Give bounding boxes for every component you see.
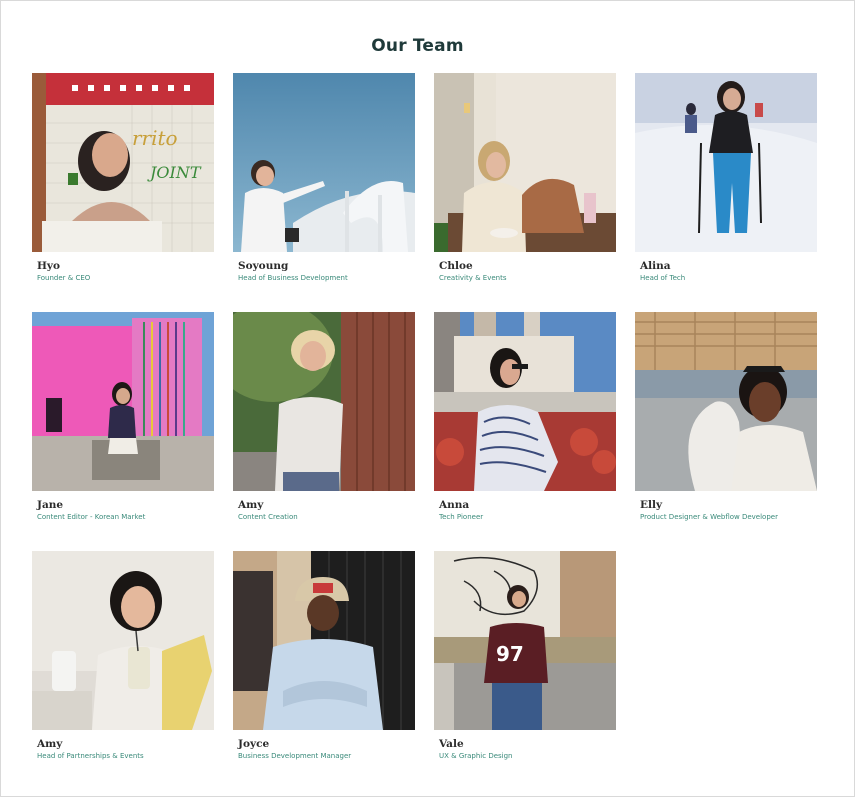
member-role: Tech Pioneer: [439, 513, 484, 521]
member-photo-joyce: [233, 551, 415, 730]
svg-text:97: 97: [496, 642, 524, 666]
member-photo-vale: 97: [434, 551, 616, 730]
member-role: UX & Graphic Design: [439, 752, 513, 760]
member-role: Head of Tech: [640, 274, 686, 282]
member-name: Anna: [439, 499, 470, 511]
member-photo-jane: [32, 312, 214, 491]
member-role: Content Editor - Korean Market: [37, 513, 146, 521]
member-name: Jane: [37, 499, 64, 511]
member-name: Vale: [439, 738, 464, 750]
team-member-card: Jane Content Editor - Korean Market: [32, 312, 214, 551]
member-photo-alina: [635, 73, 817, 252]
member-name: Alina: [640, 260, 671, 272]
member-role: Head of Partnerships & Events: [37, 752, 144, 760]
svg-text:rrito: rrito: [132, 126, 178, 150]
member-name: Soyoung: [238, 260, 289, 272]
team-member-card: Joyce Business Development Manager: [233, 551, 415, 790]
member-name: Amy: [37, 738, 63, 750]
member-role: Head of Business Development: [238, 274, 348, 282]
team-member-card: rrito JOINT Hyo Founder & CEO: [32, 73, 214, 312]
team-member-card: Elly Product Designer & Webflow Develope…: [635, 312, 817, 551]
team-member-card: Soyoung Head of Business Development: [233, 73, 415, 312]
member-name: Amy: [238, 499, 264, 511]
team-grid: rrito JOINT Hyo Founder & CEO Soyoung He…: [32, 73, 817, 790]
team-member-card: Amy Head of Partnerships & Events: [32, 551, 214, 790]
team-member-card: Chloe Creativity & Events: [434, 73, 616, 312]
member-photo-amy: [233, 312, 415, 491]
page-title: Our Team: [371, 36, 464, 56]
member-photo-chloe: [434, 73, 616, 252]
team-member-card: 97 Vale UX & Graphic Design: [434, 551, 616, 790]
member-name: Chloe: [439, 260, 473, 272]
member-name: Joyce: [238, 738, 270, 750]
member-photo-amy-2: [32, 551, 214, 730]
member-role: Business Development Manager: [238, 752, 352, 760]
member-role: Content Creation: [238, 513, 298, 521]
member-name: Hyo: [37, 260, 61, 272]
member-role: Founder & CEO: [37, 274, 91, 282]
member-photo-soyoung: [233, 73, 415, 252]
svg-text:JOINT: JOINT: [147, 163, 202, 182]
team-member-card: Anna Tech Pioneer: [434, 312, 616, 551]
team-member-card: Amy Content Creation: [233, 312, 415, 551]
page-frame: Our Team rrito JOINT Hyo Founder & CEO S…: [0, 0, 855, 797]
member-role: Creativity & Events: [439, 274, 507, 282]
member-name: Elly: [640, 499, 663, 511]
member-role: Product Designer & Webflow Developer: [640, 513, 778, 521]
member-photo-hyo: rrito JOINT: [32, 73, 214, 252]
team-member-card: Alina Head of Tech: [635, 73, 817, 312]
member-photo-elly: [635, 312, 817, 491]
member-photo-anna: [434, 312, 616, 491]
